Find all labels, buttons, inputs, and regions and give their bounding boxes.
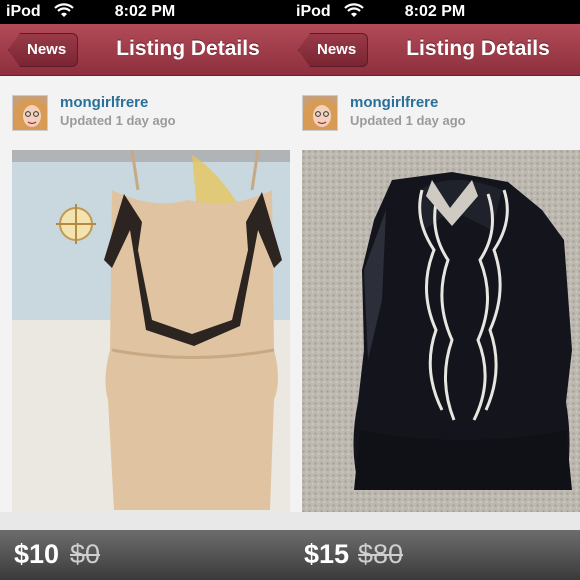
updated-timestamp: Updated 1 day ago	[60, 113, 176, 128]
nav-bar: News Listing Details	[290, 24, 580, 76]
price-bar: $15 $80	[290, 530, 580, 580]
listing-price: $15	[304, 539, 350, 569]
price-bar: $10 $0	[0, 530, 290, 580]
original-price: $0	[70, 539, 101, 569]
status-bar: iPod 8:02 PM	[0, 0, 290, 24]
nav-bar: News Listing Details	[0, 24, 290, 76]
listing-photo[interactable]	[302, 150, 580, 512]
clock-label: 8:02 PM	[404, 3, 466, 20]
listing-panel-right: iPod 8:02 PM News Listing Details mongir…	[290, 0, 580, 580]
seller-row: mongirlfrere Updated 1 day ago	[12, 92, 282, 132]
listing-photo[interactable]	[12, 150, 290, 512]
page-title: Listing Details	[406, 37, 550, 60]
back-button[interactable]: News	[298, 33, 368, 67]
avatar[interactable]	[12, 95, 48, 131]
avatar-icon	[303, 96, 337, 130]
back-button[interactable]: News	[8, 33, 78, 67]
seller-row: mongirlfrere Updated 1 day ago	[302, 92, 572, 132]
seller-username[interactable]: mongirlfrere	[60, 94, 148, 111]
tan-ruffle-top-photo-icon	[12, 150, 290, 512]
black-ruffle-blouse-photo-icon	[302, 150, 580, 512]
status-bar: iPod 8:02 PM	[290, 0, 580, 24]
page-title: Listing Details	[116, 37, 260, 60]
avatar-icon	[13, 96, 47, 130]
original-price: $80	[358, 539, 404, 569]
listing-panel-left: iPod 8:02 PM News Listing Details mongir…	[0, 0, 290, 580]
clock-label: 8:02 PM	[114, 3, 176, 20]
seller-username[interactable]: mongirlfrere	[350, 94, 438, 111]
photo-strip	[0, 512, 290, 530]
photo-strip	[290, 512, 580, 530]
updated-timestamp: Updated 1 day ago	[350, 113, 466, 128]
listing-price: $10	[14, 539, 60, 569]
avatar[interactable]	[302, 95, 338, 131]
